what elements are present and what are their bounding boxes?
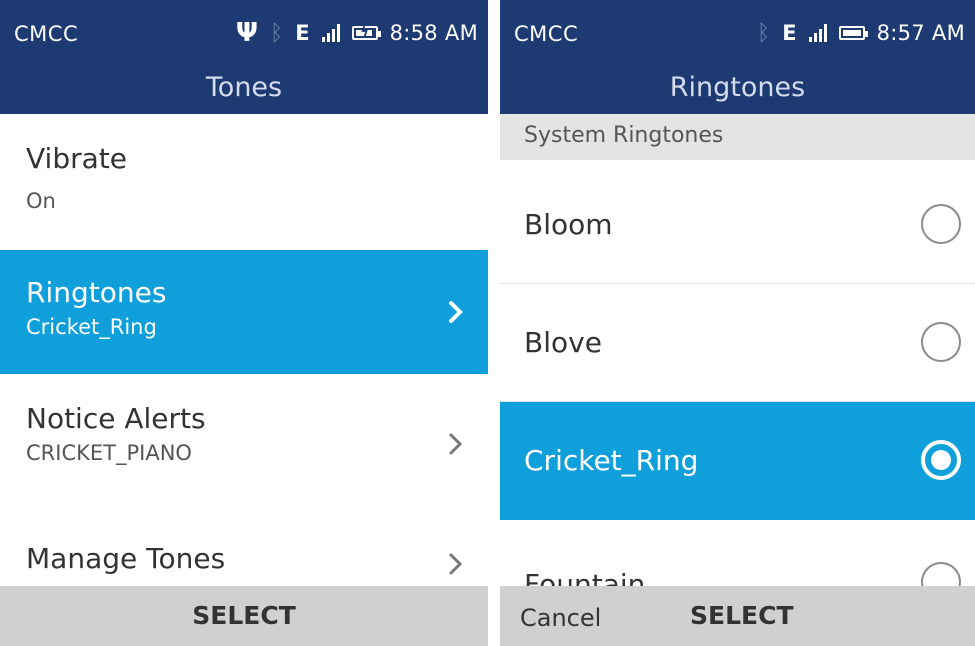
radio-checked-icon[interactable] [921, 440, 961, 480]
section-header: System Ringtones [500, 114, 975, 160]
option-label: Blove [524, 326, 602, 359]
select-softkey[interactable]: SELECT [690, 586, 794, 646]
item-label: Manage Tones [26, 542, 226, 575]
list-item-ringtones[interactable]: Ringtones Cricket_Ring [0, 250, 488, 374]
status-bar: CMCC ᛒ E 8:57 AM [500, 0, 975, 66]
page-title: Tones [0, 66, 488, 114]
option-label: Bloom [524, 208, 613, 241]
status-icons: ᛒ E 8:57 AM [757, 18, 965, 48]
list-item-vibrate[interactable]: Vibrate On [0, 114, 488, 250]
status-icons: Ψ ᛒ E ϟ 8:58 AM [236, 18, 478, 48]
softkey-bar: SELECT [0, 586, 488, 646]
ringtone-option[interactable]: Bloom [500, 166, 975, 284]
clock: 8:58 AM [389, 21, 478, 45]
list-item-manage-tones[interactable]: Manage Tones [0, 504, 488, 586]
chevron-right-icon [449, 301, 463, 323]
status-bar: CMCC Ψ ᛒ E ϟ 8:58 AM [0, 0, 488, 66]
cancel-softkey[interactable]: Cancel [520, 586, 601, 646]
radio-icon[interactable] [921, 204, 961, 244]
ringtone-option[interactable]: Blove [500, 284, 975, 402]
carrier-label: CMCC [514, 22, 579, 46]
clock: 8:57 AM [876, 21, 965, 45]
bluetooth-icon: ᛒ [757, 20, 771, 46]
signal-icon [321, 24, 340, 42]
chevron-right-icon [449, 553, 463, 575]
tones-screen: CMCC Ψ ᛒ E ϟ 8:58 AM Tones Vibrate On Ri… [0, 0, 488, 646]
list-item-notice-alerts[interactable]: Notice Alerts CRICKET_PIANO [0, 374, 488, 504]
item-value: CRICKET_PIANO [26, 441, 192, 465]
item-label: Vibrate [26, 142, 127, 175]
item-value: On [26, 189, 56, 213]
item-label: Notice Alerts [26, 402, 206, 435]
softkey-bar: Cancel SELECT [500, 586, 975, 646]
radio-icon[interactable] [921, 322, 961, 362]
battery-charging-icon: ϟ [351, 25, 381, 40]
option-label: Cricket_Ring [524, 444, 699, 477]
divider [488, 0, 500, 646]
select-softkey[interactable]: SELECT [0, 586, 488, 646]
ringtones-screen: CMCC ᛒ E 8:57 AM Ringtones System Ringto… [500, 0, 975, 646]
page-title: Ringtones [500, 66, 975, 114]
signal-icon [808, 24, 827, 42]
battery-icon [838, 26, 868, 40]
bluetooth-icon: ᛒ [270, 20, 284, 46]
carrier-label: CMCC [14, 22, 79, 46]
usb-icon: Ψ [235, 18, 259, 48]
network-type-label: E [295, 21, 310, 45]
item-value: Cricket_Ring [26, 315, 157, 339]
item-label: Ringtones [26, 276, 167, 309]
ringtone-option-selected[interactable]: Cricket_Ring [500, 402, 975, 520]
network-type-label: E [782, 21, 797, 45]
chevron-right-icon [449, 433, 463, 455]
